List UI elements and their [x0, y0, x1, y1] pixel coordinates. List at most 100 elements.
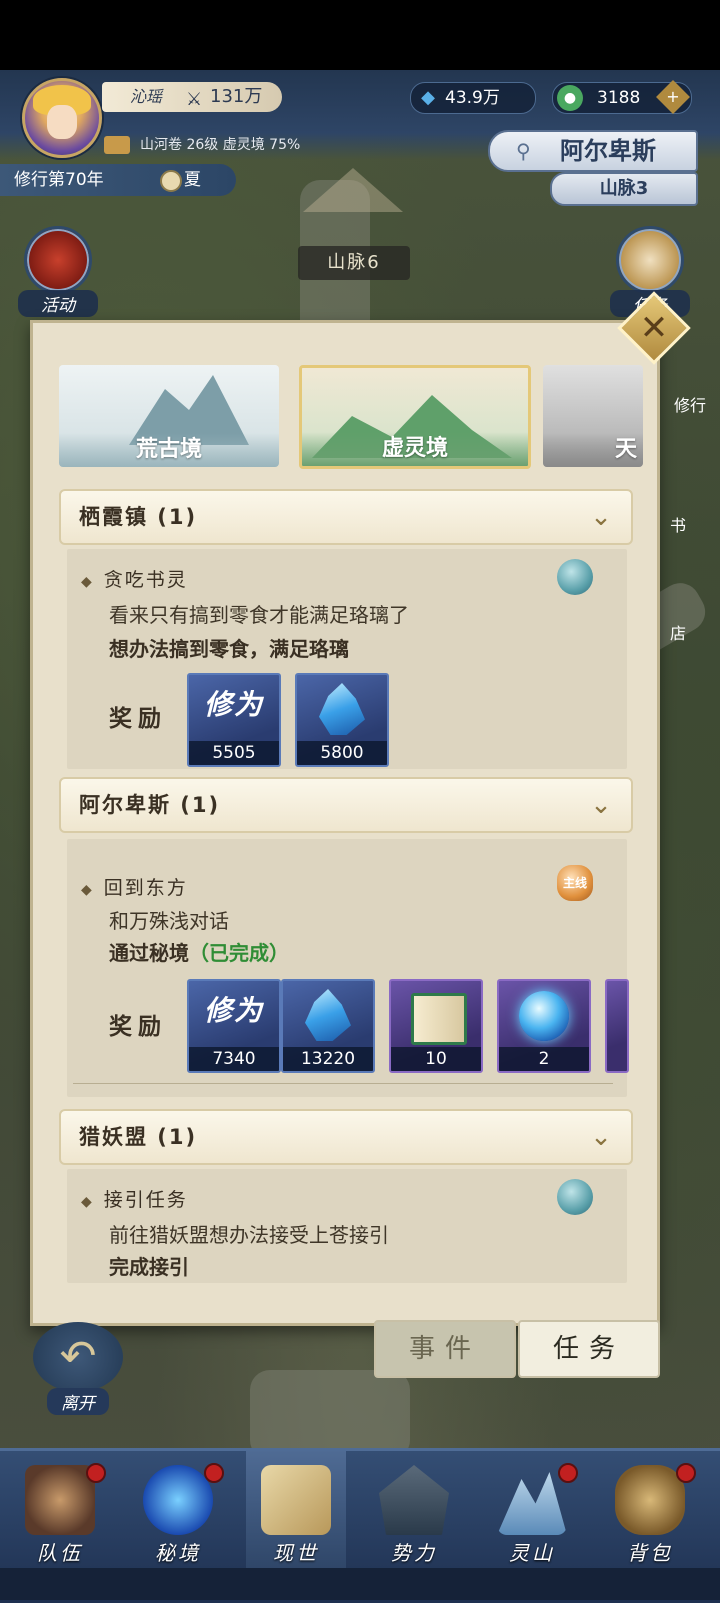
add-jade-icon[interactable]: + — [656, 80, 690, 114]
quest-title: ◆ 回到东方 — [81, 873, 188, 900]
nav-spirit-mountain[interactable]: 灵山 — [482, 1451, 582, 1569]
book-side-button[interactable]: 书 — [660, 512, 696, 536]
quest-desc: 和万殊浅对话 — [109, 909, 229, 933]
nav-backpack[interactable]: 背包 — [600, 1451, 700, 1569]
realm-label-heaven: 天 — [543, 433, 643, 467]
reward-orb[interactable]: 2 — [497, 979, 591, 1073]
quest-title-text: 回到东方 — [103, 877, 188, 899]
nav-label: 队伍 — [37, 1541, 83, 1565]
shop-side-label: 店 — [669, 624, 686, 643]
main-quest-badge-text: 主线 — [562, 876, 587, 890]
player-avatar[interactable] — [22, 78, 102, 158]
quest-title: ◆ 接引任务 — [81, 1185, 188, 1212]
reward-book[interactable]: 10 — [389, 979, 483, 1073]
group-title: 栖霞镇 (1) — [79, 505, 198, 529]
reward-count: 5800 — [297, 741, 387, 765]
sun-icon — [160, 170, 182, 192]
player-name-pill: 沁瑶 ⚔ 131万 — [102, 82, 282, 112]
reward-count: 2 — [499, 1047, 589, 1071]
reward-cultivation[interactable]: 修为 5505 — [187, 673, 281, 767]
realm-card-void[interactable]: 虚灵境 — [299, 365, 531, 469]
spirit-amount: 43.9万 — [445, 88, 500, 108]
group-title: 阿尔卑斯 (1) — [79, 793, 221, 817]
player-name: 沁瑶 — [130, 87, 163, 106]
nav-label: 秘境 — [155, 1541, 201, 1565]
mountain-icon — [497, 1472, 567, 1535]
portal-icon — [143, 1465, 213, 1535]
cultivation-year: 修行第70年 — [14, 170, 104, 190]
reward-spirit-stone[interactable]: 13220 — [281, 979, 375, 1073]
quest-panel-body: 荒古境 虚灵境 天 栖霞镇 (1) ⌄ ◆ 贪吃书灵 看来只有搞到零食才能满足珞璃… — [33, 323, 657, 1323]
quest-card[interactable]: ◆ 回到东方 主线 和万殊浅对话 通过秘境（已完成） 奖励 修为 7340 132… — [67, 839, 629, 1097]
location-region-name: 阿尔卑斯 — [560, 137, 656, 165]
spirit-resource[interactable]: ◆ 43.9万 — [410, 82, 536, 114]
bullet-icon: ◆ — [81, 882, 94, 898]
chevron-down-icon: ⌄ — [590, 502, 612, 532]
shop-side-button[interactable]: 店 — [660, 620, 696, 644]
reward-cultivation[interactable]: 修为 7340 — [187, 979, 281, 1073]
map-road — [250, 1370, 410, 1460]
reward-count: 13220 — [283, 1047, 373, 1071]
jade-icon: ● — [557, 85, 583, 111]
quest-group-header[interactable]: 阿尔卑斯 (1) ⌄ — [59, 777, 633, 833]
book-info-text: 山河卷 26级 虚灵境 75% — [140, 137, 301, 153]
system-home-strip — [0, 1568, 720, 1600]
activity-button[interactable]: 活动 — [18, 226, 98, 317]
nav-world[interactable]: 现世 — [246, 1451, 346, 1569]
reward-more[interactable] — [605, 979, 629, 1073]
chevron-down-icon: ⌄ — [590, 1122, 612, 1152]
nav-label: 现世 — [273, 1541, 319, 1565]
quest-title: ◆ 贪吃书灵 — [81, 565, 188, 592]
avatar-face — [47, 105, 77, 139]
nav-label: 灵山 — [509, 1541, 555, 1565]
reward-count: 7340 — [189, 1047, 279, 1071]
book-icon — [411, 993, 467, 1045]
location-pin-icon: ⚲ — [516, 139, 531, 163]
main-quest-badge-icon: 主线 — [557, 865, 593, 901]
season-bar: 修行第70年 夏 — [0, 164, 236, 196]
jade-resource[interactable]: ● 3188 + — [552, 80, 692, 114]
location-region[interactable]: ⚲ 阿尔卑斯 — [488, 130, 698, 172]
quest-group-header[interactable]: 栖霞镇 (1) ⌄ — [59, 489, 633, 545]
cultivate-side-label: 修行 — [673, 396, 706, 415]
quest-card[interactable]: ◆ 贪吃书灵 看来只有搞到零食才能满足珞璃了 想办法搞到零食，满足珞璃 奖励 修为… — [67, 549, 627, 769]
realm-card-heaven[interactable]: 天 — [543, 365, 643, 467]
quest-desc: 看来只有搞到零食才能满足珞璃了 — [109, 603, 409, 627]
quest-card[interactable]: ◆ 接引任务 前往猎妖盟想办法接受上苍接引 完成接引 — [67, 1169, 627, 1283]
realm-card-ancient[interactable]: 荒古境 — [59, 365, 279, 467]
return-arrow-icon: ↶ — [33, 1322, 123, 1392]
side-quest-badge-icon — [557, 559, 593, 595]
nav-secret-realm[interactable]: 秘境 — [128, 1451, 228, 1569]
tab-events[interactable]: 事件 — [374, 1320, 516, 1378]
close-icon: ✕ — [639, 308, 669, 348]
spirit-crystal-icon: ◆ — [421, 87, 435, 108]
nav-label: 背包 — [627, 1541, 673, 1565]
nav-label: 势力 — [391, 1541, 437, 1565]
pagoda-icon — [379, 1465, 449, 1535]
reward-label: 奖励 — [109, 706, 167, 732]
team-icon — [25, 1465, 95, 1535]
map-up-arrow[interactable] — [303, 168, 403, 212]
notification-dot — [204, 1463, 224, 1483]
reward-count: 10 — [391, 1047, 481, 1071]
group-title: 猎妖盟 (1) — [79, 1125, 198, 1149]
tab-tasks[interactable]: 任务 — [518, 1320, 660, 1378]
nav-team[interactable]: 队伍 — [10, 1451, 110, 1569]
nav-faction[interactable]: 势力 — [364, 1451, 464, 1569]
cultivate-side-button[interactable]: 修行 — [660, 392, 720, 416]
divider — [73, 1083, 613, 1084]
quest-goal-text: 通过秘境 — [109, 941, 189, 965]
book-info: 山河卷 26级 虚灵境 75% — [104, 134, 300, 154]
leave-button[interactable]: ↶ 离开 — [28, 1322, 128, 1418]
quest-goal: 想办法搞到零食，满足珞璃 — [109, 637, 349, 661]
crystal-icon — [319, 683, 365, 735]
sword-icon: ⚔ — [186, 89, 203, 110]
crystal-icon — [305, 989, 351, 1041]
reward-spirit-stone[interactable]: 5800 — [295, 673, 389, 767]
orb-icon — [519, 991, 569, 1041]
map-mountain-tag: 山脉6 — [298, 246, 410, 280]
quest-group-header[interactable]: 猎妖盟 (1) ⌄ — [59, 1109, 633, 1165]
realm-label-void: 虚灵境 — [302, 432, 528, 466]
realm-label-ancient: 荒古境 — [59, 433, 279, 467]
quest-goal: 通过秘境（已完成） — [109, 937, 289, 966]
